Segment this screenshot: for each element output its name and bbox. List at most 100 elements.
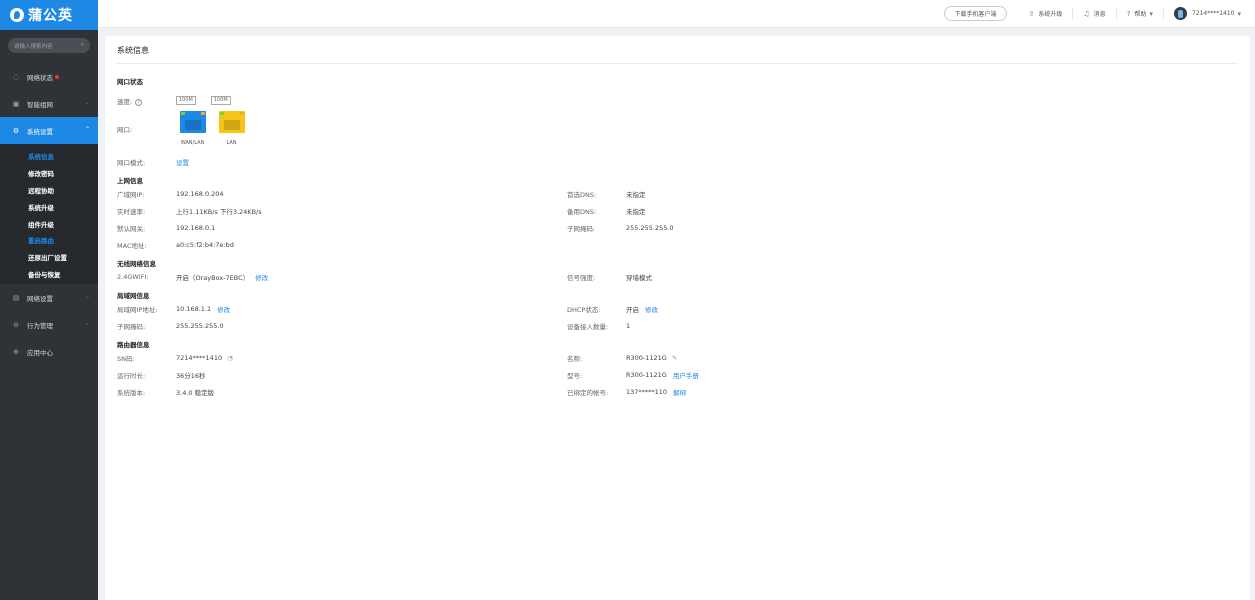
system-settings-submenu: 系统信息 修改密码 远程协助 系统升级 组件升级 重启路由 还原出厂设置 备份与… [0,144,98,285]
model-value: R300-1121G [626,370,667,379]
speed-label-text: 速度: [117,97,133,106]
dns1-label: 首选DNS: [567,190,597,199]
help-button[interactable]: ? 帮助 ▾ [1117,7,1164,20]
port-mode-label: 网口模式: [117,158,146,167]
info-row: 系统版本: 3.4.0 稳定版 已绑定的帐号: 137*****110 解绑 [117,383,1238,400]
info-row: 广域网IP: 192.168.0.204 首选DNS: 未指定 [117,185,1238,202]
ethernet-port-icon [179,111,206,133]
edit-pencil-icon[interactable]: ✎ [672,354,677,362]
sidebar-item-system-settings[interactable]: ⚙ 系统设置 ⌃ [0,117,98,144]
port-name: LAN [226,140,237,146]
top-header: 下载手机客户端 ⇪ 系统升级 ♫ 消息 ? 帮助 ▾ 7214****1410 … [98,0,1255,28]
alert-dot [55,74,59,79]
account-label: 已绑定的帐号: [567,388,609,397]
sn-label: SN码: [117,354,135,363]
submenu-reboot-router[interactable]: 重启路由 [0,232,98,249]
chevron-down-icon: ⌄ [84,293,90,301]
wan-ip-value: 192.168.0.204 [176,189,224,198]
gateway-value: 192.168.0.1 [176,223,216,232]
user-manual-link[interactable]: 用户手册 [673,370,699,380]
brand-logo[interactable]: 蒲公英 [0,0,98,30]
port-lan: LAN [215,111,248,146]
model-label: 型号: [567,371,583,380]
submenu-remote-assist[interactable]: 远程协助 [0,182,98,199]
dns2-value: 未指定 [626,207,646,216]
section-wan-info: 上网信息 [117,177,143,185]
sidebar-search[interactable]: 请输入搜索内容 ⌕ [8,38,90,53]
sidebar: 蒲公英 请输入搜索内容 ⌕ ◌ 网络状态 ▣ 智能组网 ⌄ ⚙ 系统设置 ⌃ 系… [0,0,98,600]
bell-icon: ♫ [1083,9,1090,18]
section-port-status: 网口状态 [117,78,143,86]
submenu-system-upgrade[interactable]: 系统升级 [0,198,98,215]
system-upgrade-button[interactable]: ⇪ 系统升级 [1019,7,1074,20]
wifi-edit-link[interactable]: 修改 [255,272,268,282]
sn-value: 7214****1410 [176,353,223,362]
sidebar-item-label: 网络设置 [27,294,53,303]
sidebar-item-network-settings[interactable]: ▤ 网络设置 ⌄ [0,284,98,311]
submenu-factory-reset[interactable]: 还原出厂设置 [0,249,98,266]
rate-value: 上行1.11KB/s 下行3.24KB/s [176,207,262,216]
gear-icon: ⚙ [12,126,20,135]
submenu-system-info[interactable]: 系统信息 [0,148,98,165]
port-mode-settings-link[interactable]: 设置 [176,157,189,167]
info-row: 2.4GWIFI: 开启（OrayBox-7EBC） 修改 信号强度: 穿墙模式 [117,268,1238,285]
lan-ip-edit-link[interactable]: 修改 [217,304,230,314]
version-label: 系统版本: [117,388,146,397]
signal-label: 信号强度: [567,273,596,282]
page-title: 系统信息 [117,36,1238,64]
sidebar-item-network-status[interactable]: ◌ 网络状态 [0,63,98,90]
sidebar-item-label: 智能组网 [27,100,53,109]
dns2-label: 备用DNS: [567,207,597,216]
submenu-change-password[interactable]: 修改密码 [0,165,98,182]
mac-value: a0:c5:f2:b4:7e:bd [176,240,234,249]
lan-mask-value: 255.255.255.0 [176,321,224,330]
wan-mask-value: 255.255.255.0 [626,223,674,232]
submenu-backup-restore[interactable]: 备份与恢复 [0,266,98,283]
brand-name: 蒲公英 [28,8,73,24]
chevron-down-icon: ⌄ [84,99,90,106]
sidebar-item-behavior[interactable]: ⊖ 行为管理 ⌄ [0,311,98,338]
submenu-component-upgrade[interactable]: 组件升级 [0,215,98,232]
info-row: 局域网IP地址: 10.168.1.1 修改 DHCP状态: 开启 修改 [117,300,1238,317]
sidebar-item-label: 网络状态 [27,73,53,82]
search-icon[interactable]: ⌕ [81,42,84,49]
help-circle-icon[interactable]: ? [135,98,143,106]
wan-mask-label: 子网掩码: [567,224,596,233]
sidebar-item-label: 行为管理 [27,321,53,330]
section-lan-info: 局域网信息 [117,292,150,300]
info-row: 实时速率: 上行1.11KB/s 下行3.24KB/s 备用DNS: 未指定 [117,202,1238,219]
port-name: WAN/LAN [180,140,205,146]
messages-button[interactable]: ♫ 消息 [1073,7,1117,20]
version-value: 3.4.0 稳定版 [176,388,215,397]
signal-value: 穿墙模式 [626,273,652,282]
port-wan-lan: WAN/LAN [176,111,209,146]
ports-row: 网口: WAN/LAN LAN [117,111,1238,151]
app-icon: ⊕ [13,347,19,356]
caret-down-icon: ▾ [1149,9,1153,18]
user-menu[interactable]: 7214****1410 ▾ [1164,7,1251,20]
devices-label: 设备接入数量: [567,322,609,331]
download-app-button[interactable]: 下载手机客户端 [944,6,1007,21]
caret-down-icon: ▾ [1237,9,1241,18]
messages-label: 消息 [1093,11,1106,18]
port-label: 网口: [117,126,133,134]
account-value: 137*****110 [626,387,668,396]
section-router-info: 路由器信息 [117,341,150,349]
info-row: 默认网关: 192.168.0.1 子网掩码: 255.255.255.0 [117,219,1238,236]
uptime-label: 运行时长: [117,371,146,380]
name-value: R300-1121G [626,353,667,362]
main-panel: 系统信息 网口状态 速度:? 100M 100M 网口: WAN/LAN LAN… [105,36,1250,600]
shield-icon: ⊖ [13,320,19,329]
eye-hidden-icon[interactable]: ◔ [227,354,233,362]
wan-ip-label: 广域网IP: [117,190,145,199]
port-mode-row: 网口模式: 设置 [117,153,1238,170]
dhcp-edit-link[interactable]: 修改 [645,304,658,314]
info-row: MAC地址: a0:c5:f2:b4:7e:bd [117,236,1238,253]
unbind-link[interactable]: 解绑 [673,387,686,397]
chevron-up-icon: ⌃ [84,126,90,133]
section-wifi-info: 无线网络信息 [117,260,156,268]
mac-label: MAC地址: [117,241,147,250]
sidebar-item-smart-net[interactable]: ▣ 智能组网 ⌄ [0,90,98,117]
search-input[interactable]: 请输入搜索内容 [14,42,53,50]
sidebar-item-app-center[interactable]: ⊕ 应用中心 [0,338,98,365]
